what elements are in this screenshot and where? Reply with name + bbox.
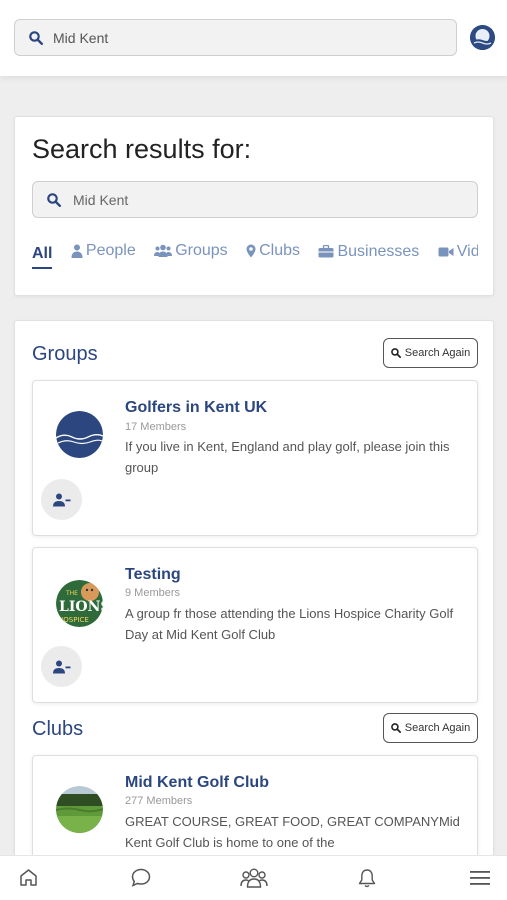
users-icon — [154, 244, 173, 257]
tab-businesses[interactable]: Businesses — [318, 240, 419, 264]
group-title[interactable]: Golfers in Kent UK — [125, 399, 267, 417]
logo-text-the: THE — [65, 590, 78, 597]
group-title[interactable]: Testing — [125, 566, 181, 584]
bell-icon[interactable] — [358, 868, 376, 888]
club-member-count: 277 Members — [125, 795, 193, 807]
club-title[interactable]: Mid Kent Golf Club — [125, 774, 269, 792]
groups-icon[interactable] — [240, 868, 268, 888]
results-search-input[interactable] — [73, 191, 433, 208]
tab-videos[interactable]: Videos — [438, 240, 478, 264]
search-icon — [29, 30, 43, 45]
club-description: GREAT COURSE, GREAT FOOD, GREAT COMPANYM… — [125, 814, 460, 850]
groups-section-title: Groups — [32, 343, 98, 365]
bottom-navigation — [0, 855, 507, 900]
tab-all[interactable]: All — [32, 243, 53, 269]
search-results-title: Search results for: — [32, 134, 252, 164]
map-marker-icon — [246, 244, 256, 258]
leave-group-button[interactable] — [41, 646, 82, 687]
person-icon — [71, 244, 83, 258]
results-tabs: All People Groups Clubs Businesses Video… — [32, 239, 478, 269]
chat-icon[interactable] — [131, 868, 151, 887]
lions-hospice-logo-image: THE LIONS HOSPICE — [56, 580, 103, 627]
search-again-label: Search Again — [404, 722, 471, 734]
group-description: If you live in Kent, England and play go… — [125, 439, 450, 475]
search-icon — [390, 348, 401, 358]
search-icon — [390, 723, 401, 733]
tab-clubs[interactable]: Clubs — [246, 239, 300, 263]
search-results-card: Search results for: All People Groups Cl… — [14, 116, 494, 296]
top-bar — [0, 0, 507, 76]
top-search-bar[interactable] — [14, 19, 457, 56]
results-search-bar[interactable] — [32, 181, 478, 218]
results-list-card: Groups Search Again Golfers in Kent UK 1… — [14, 320, 494, 895]
tab-label: All — [32, 245, 53, 262]
tab-label: Groups — [175, 242, 228, 259]
group-member-count: 17 Members — [125, 421, 187, 433]
logo-text-lions: LIONS — [59, 599, 103, 615]
clubs-section-title: Clubs — [32, 718, 84, 740]
tab-groups[interactable]: Groups — [154, 239, 228, 263]
logo-text-hospice: HOSPICE — [58, 616, 89, 624]
group-description: A group fr those attending the Lions Hos… — [125, 606, 454, 642]
user-minus-icon — [52, 493, 70, 506]
home-icon[interactable] — [19, 868, 38, 887]
search-icon — [47, 192, 61, 207]
user-minus-icon — [52, 660, 70, 673]
tab-people[interactable]: People — [71, 239, 136, 263]
tab-label: Videos — [456, 243, 478, 260]
leave-group-button[interactable] — [41, 479, 82, 520]
clubs-search-again-button[interactable]: Search Again — [383, 713, 478, 743]
tab-label: People — [85, 242, 136, 259]
groups-search-again-button[interactable]: Search Again — [383, 338, 478, 368]
search-again-label: Search Again — [404, 347, 471, 359]
tab-label: Clubs — [259, 242, 301, 259]
video-camera-icon — [438, 247, 454, 257]
group-list-item[interactable]: THE LIONS HOSPICE Testing 9 Members A gr… — [32, 547, 478, 703]
top-search-input[interactable] — [53, 29, 413, 46]
club-image — [56, 786, 103, 833]
group-list-item[interactable]: Golfers in Kent UK 17 Members If you liv… — [32, 380, 478, 536]
group-member-count: 9 Members — [125, 587, 181, 599]
tab-label: Businesses — [337, 242, 420, 260]
menu-icon[interactable] — [470, 870, 490, 886]
user-avatar[interactable] — [470, 25, 495, 50]
briefcase-icon — [318, 245, 334, 258]
group-logo-image — [56, 411, 103, 458]
